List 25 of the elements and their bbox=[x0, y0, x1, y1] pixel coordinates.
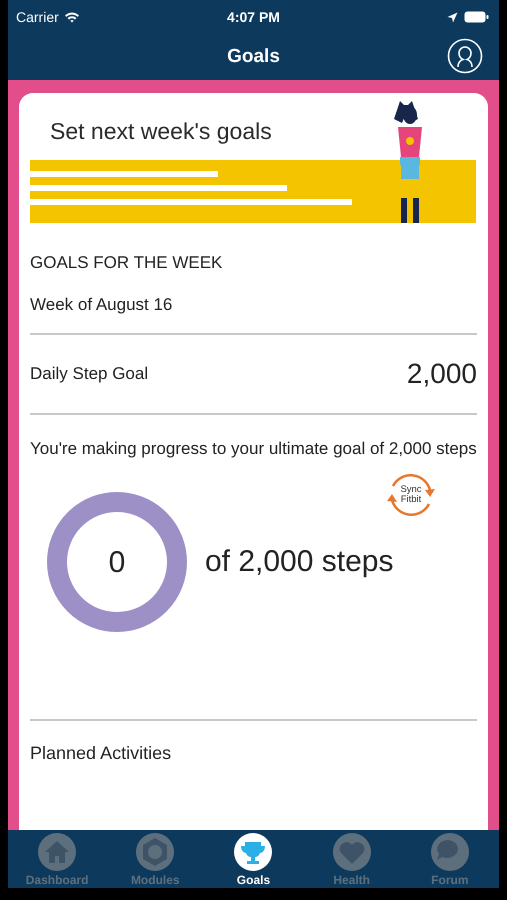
battery-icon bbox=[464, 11, 489, 23]
location-arrow-icon bbox=[447, 12, 458, 22]
tab-item[interactable]: Goals bbox=[207, 832, 300, 886]
tab-item[interactable]: Forum bbox=[404, 832, 496, 886]
steps-total: of 2,000 steps bbox=[205, 545, 394, 579]
step-goal-label: Daily Step Goal bbox=[30, 364, 148, 384]
planned-heading: Planned Activities bbox=[29, 742, 172, 764]
profile-icon[interactable] bbox=[447, 38, 483, 74]
progress-message: You're making progress to your ultimate goal of 2,000 steps bbox=[29, 438, 478, 460]
step-goal-value: 2,000 bbox=[406, 358, 477, 390]
tab-item[interactable]: Modules bbox=[109, 832, 202, 886]
wifi-icon bbox=[64, 11, 80, 23]
step-count: 0 bbox=[108, 546, 126, 580]
carrier-label: Carrier bbox=[16, 9, 59, 25]
tab-item[interactable]: Health bbox=[306, 832, 398, 886]
chat-icon bbox=[430, 832, 470, 872]
tab-item[interactable]: Dashboard bbox=[11, 832, 104, 886]
house-icon bbox=[37, 832, 78, 872]
section-heading: GOALS FOR THE WEEK bbox=[30, 252, 224, 273]
screen-title: Goals bbox=[227, 46, 280, 68]
banner-title: Set next week's goals bbox=[49, 117, 273, 145]
status-time: 4:07 PM bbox=[227, 9, 280, 25]
trophy-icon bbox=[233, 832, 274, 872]
sync-button[interactable]: Sync Fitbit bbox=[377, 465, 445, 525]
week-label: Week of August 16 bbox=[30, 294, 174, 316]
